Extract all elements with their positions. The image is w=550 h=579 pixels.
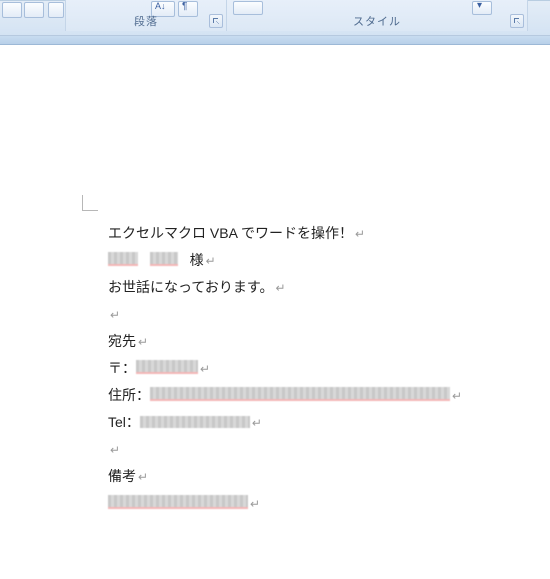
format-button-a[interactable] <box>2 2 22 18</box>
line-greeting: お世話になっております。↵ <box>108 274 530 301</box>
pilcrow-icon: ¶ <box>182 1 187 12</box>
ribbon-group-styles-label: スタイル <box>227 13 527 29</box>
paragraph-mark: ↵ <box>248 497 260 511</box>
paragraph-mark: ↵ <box>108 308 120 322</box>
launcher-arrow-icon <box>511 15 523 27</box>
line-dest-label: 宛先↵ <box>108 328 530 355</box>
document-area[interactable]: エクセルマクロ VBA でワードを操作！↵ 様↵ お世話になっております。↵ ↵… <box>0 45 550 579</box>
address-prefix-text: 住所： <box>108 387 150 403</box>
line-tel: Tel： ↵ <box>108 409 530 436</box>
ribbon-group-paragraph-label: 段落 <box>66 13 226 29</box>
line-address: 住所： ↵ <box>108 382 530 409</box>
ribbon: A↓ ¶ 段落 ▾ スタイル <box>0 0 550 36</box>
redacted-tel <box>140 416 250 428</box>
format-button-c[interactable] <box>48 2 64 18</box>
postal-prefix-text: 〒： <box>108 360 136 376</box>
ruler[interactable] <box>0 36 550 45</box>
tel-prefix-text: Tel： <box>108 414 140 430</box>
redacted-address <box>150 387 450 401</box>
paragraph-mark: ↵ <box>353 227 365 241</box>
greeting-text: お世話になっております。 <box>108 279 273 295</box>
dest-label-text: 宛先 <box>108 333 136 349</box>
paragraph-mark: ↵ <box>450 389 462 403</box>
line-blank-1: ↵ <box>108 301 530 328</box>
paragraph-mark: ↵ <box>136 470 148 484</box>
redacted-given-name <box>150 252 178 266</box>
redacted-notes <box>108 495 248 509</box>
paragraph-mark: ↵ <box>204 254 216 268</box>
paragraph-mark: ↵ <box>250 416 262 430</box>
redacted-postal <box>136 360 198 374</box>
paragraph-mark: ↵ <box>136 335 148 349</box>
ribbon-group-styles: ▾ スタイル <box>226 0 528 31</box>
chevron-down-icon: ▾ <box>477 0 482 11</box>
paragraph-mark: ↵ <box>273 281 285 295</box>
paragraph-mark: ↵ <box>198 362 210 376</box>
line-recipient: 様↵ <box>108 247 530 274</box>
line-blank-2: ↵ <box>108 436 530 463</box>
launcher-arrow-icon <box>210 15 222 27</box>
notes-label-text: 備考 <box>108 468 136 484</box>
paragraph-dialog-launcher[interactable] <box>209 14 223 28</box>
line-notes-value: ↵ <box>108 490 530 517</box>
line-title-text: エクセルマクロ VBA でワードを操作！ <box>108 225 353 241</box>
styles-dialog-launcher[interactable] <box>510 14 524 28</box>
line-notes-label: 備考↵ <box>108 463 530 490</box>
line-postal: 〒： ↵ <box>108 355 530 382</box>
paragraph-mark: ↵ <box>108 443 120 457</box>
redacted-surname <box>108 252 138 266</box>
margin-crop-mark <box>82 195 98 211</box>
document-body[interactable]: エクセルマクロ VBA でワードを操作！↵ 様↵ お世話になっております。↵ ↵… <box>108 220 530 517</box>
sort-icon: A↓ <box>155 1 166 11</box>
honorific-text: 様 <box>190 252 204 268</box>
format-button-b[interactable] <box>24 2 44 18</box>
line-title: エクセルマクロ VBA でワードを操作！↵ <box>108 220 530 247</box>
ribbon-group-paragraph: A↓ ¶ 段落 <box>65 0 227 31</box>
